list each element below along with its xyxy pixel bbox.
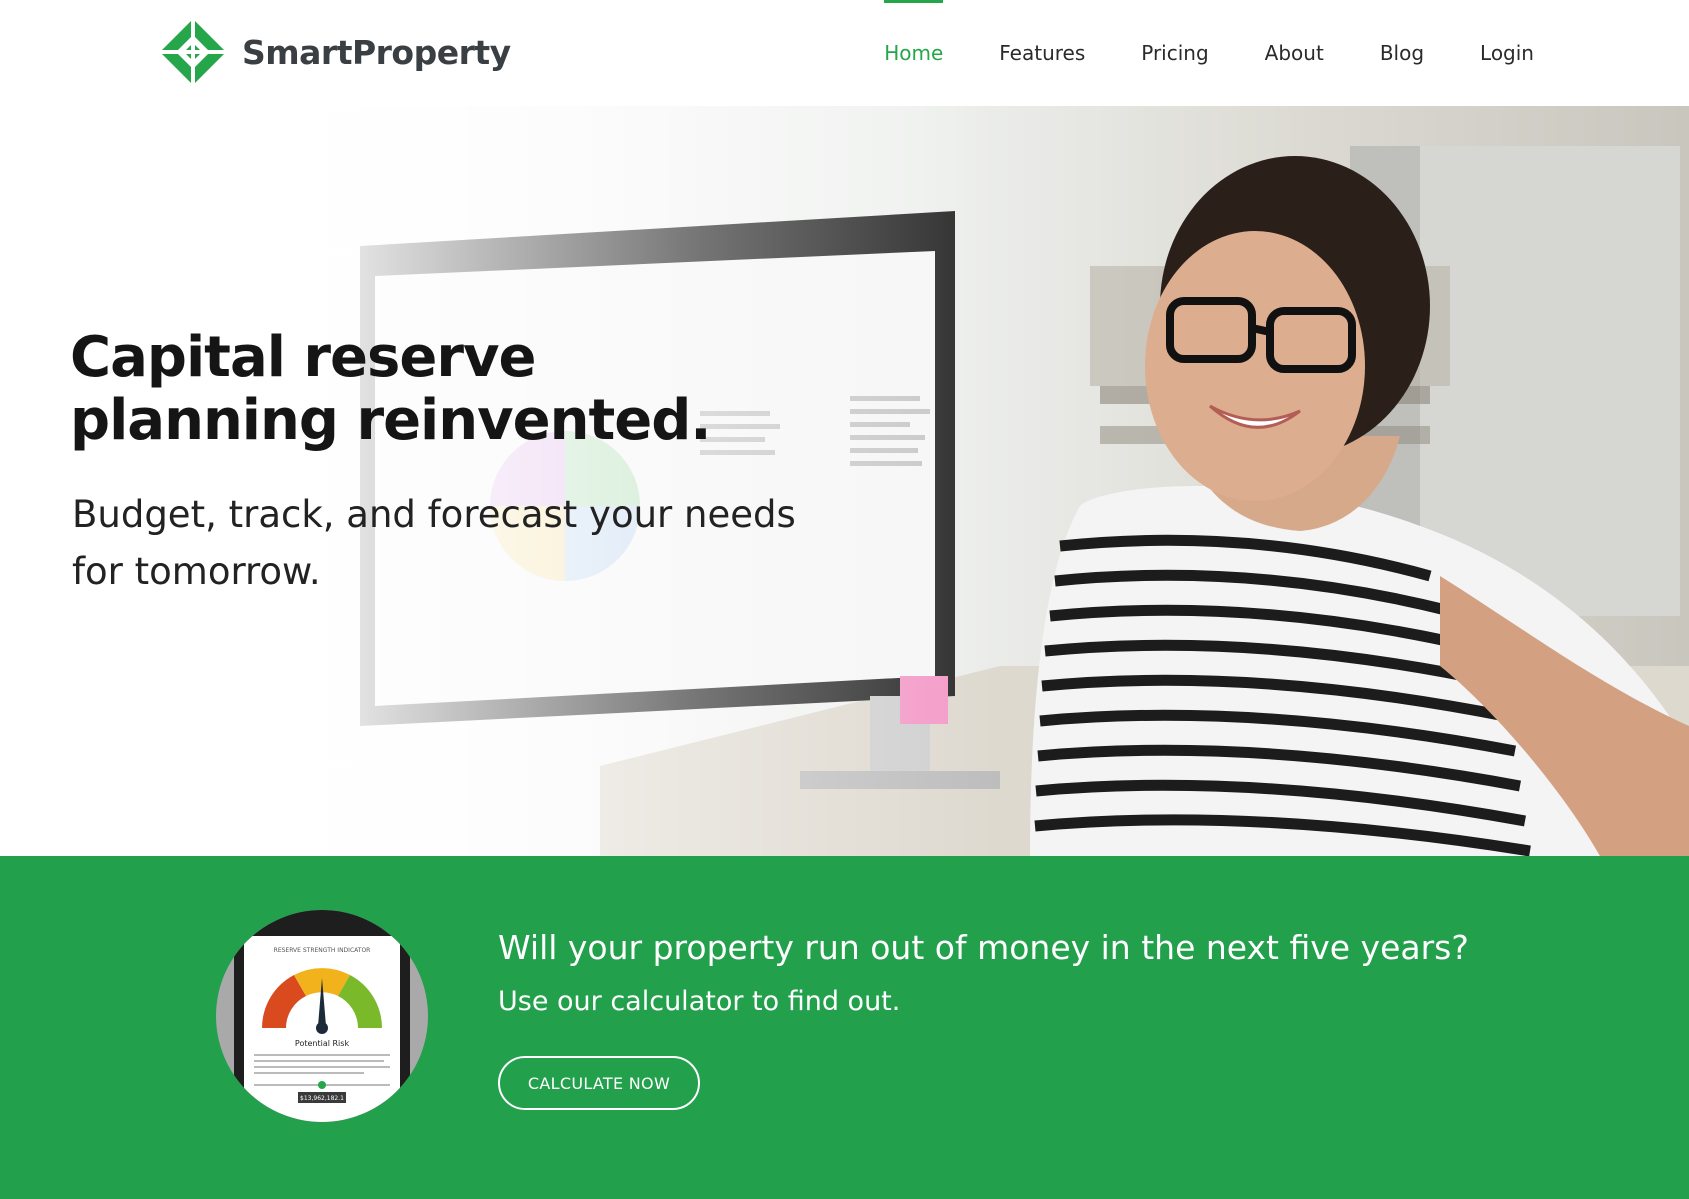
brand-logo[interactable]: SmartProperty xyxy=(158,17,511,87)
hero-title-line2: planning reinvented. xyxy=(70,388,712,453)
calculator-cta-section: RESERVE STRENGTH INDICATOR Potential Ris… xyxy=(0,856,1689,1199)
logo-diamond-icon xyxy=(158,17,228,87)
hero-subtitle-line1: Budget, track, and forecast your needs xyxy=(72,493,796,536)
hero-subtitle-line2: for tomorrow. xyxy=(72,550,321,593)
nav-login[interactable]: Login xyxy=(1480,0,1534,106)
tablet-gauge-icon: RESERVE STRENGTH INDICATOR Potential Ris… xyxy=(216,910,428,1122)
main-nav: Home Features Pricing About Blog Login xyxy=(828,0,1534,106)
cta-subtitle: Use our calculator to find out. xyxy=(498,986,901,1017)
nav-pricing[interactable]: Pricing xyxy=(1141,0,1208,106)
cta-question: Will your property run out of money in t… xyxy=(498,928,1469,967)
hero-title: Capital reserve planning reinvented. xyxy=(70,326,830,452)
calculate-now-button[interactable]: CALCULATE NOW xyxy=(498,1056,700,1110)
hero-section: Capital reserve planning reinvented. Bud… xyxy=(0,106,1689,856)
svg-text:$13,962,182.1: $13,962,182.1 xyxy=(300,1095,344,1102)
hero-fade-overlay xyxy=(0,106,1000,856)
hero-subtitle: Budget, track, and forecast your needs f… xyxy=(72,486,832,600)
nav-features[interactable]: Features xyxy=(999,0,1085,106)
site-header: SmartProperty Home Features Pricing Abou… xyxy=(0,0,1689,106)
hero-title-line1: Capital reserve xyxy=(70,325,536,390)
svg-text:Potential Risk: Potential Risk xyxy=(295,1039,350,1048)
nav-blog[interactable]: Blog xyxy=(1380,0,1424,106)
svg-text:RESERVE STRENGTH INDICATOR: RESERVE STRENGTH INDICATOR xyxy=(274,947,371,954)
nav-about[interactable]: About xyxy=(1265,0,1324,106)
brand-name: SmartProperty xyxy=(242,32,511,72)
nav-home[interactable]: Home xyxy=(884,0,944,106)
tablet-illustration: RESERVE STRENGTH INDICATOR Potential Ris… xyxy=(214,908,430,1124)
